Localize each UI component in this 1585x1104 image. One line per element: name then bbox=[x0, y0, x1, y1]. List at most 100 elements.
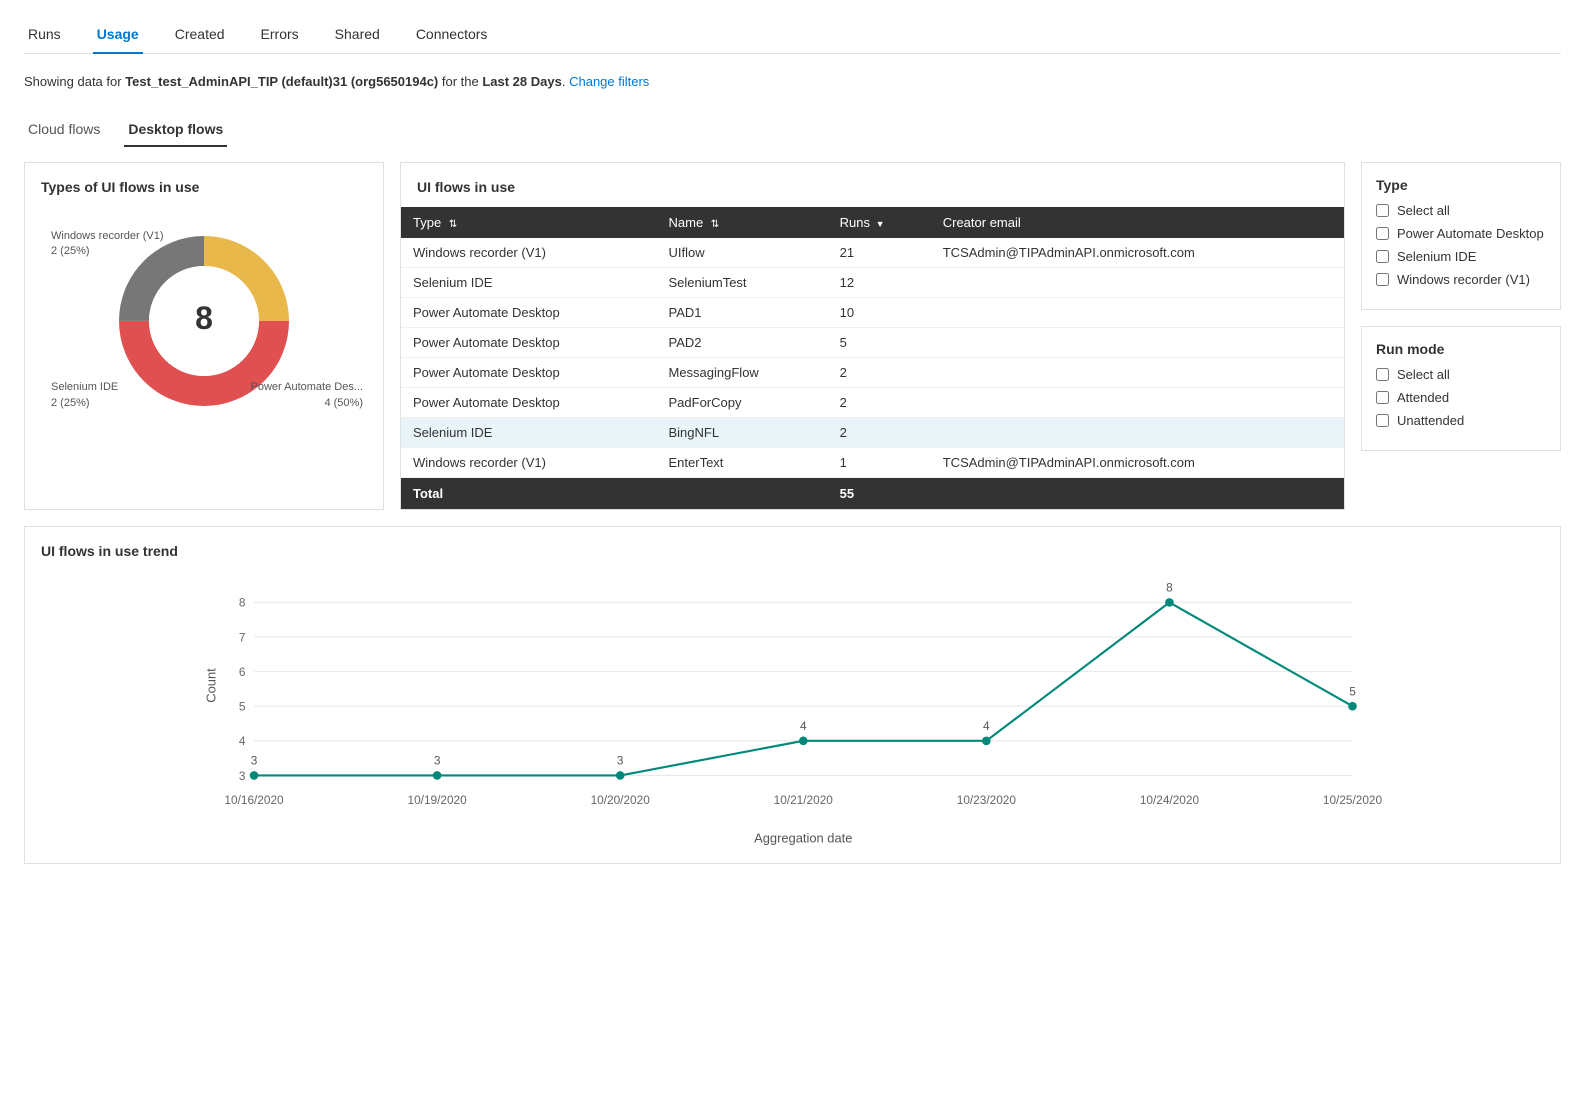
cell-runs-1: 12 bbox=[828, 268, 931, 298]
run-mode-filter-option-0[interactable]: Select all bbox=[1376, 367, 1546, 382]
y-tick-8: 8 bbox=[239, 596, 246, 610]
data-point-6 bbox=[1348, 702, 1357, 711]
cell-name-6: BingNFL bbox=[657, 418, 828, 448]
table-row[interactable]: Power Automate DesktopMessagingFlow2 bbox=[401, 358, 1344, 388]
table-row[interactable]: Windows recorder (V1)UIflow21TCSAdmin@TI… bbox=[401, 238, 1344, 268]
type-filter-checkbox-2[interactable] bbox=[1376, 250, 1389, 263]
cell-name-7: EnterText bbox=[657, 448, 828, 478]
table-row[interactable]: Power Automate DesktopPAD25 bbox=[401, 328, 1344, 358]
x-axis-label: Aggregation date bbox=[754, 831, 852, 846]
data-label-2: 3 bbox=[617, 754, 624, 768]
cell-type-5: Power Automate Desktop bbox=[401, 388, 657, 418]
table-header-row: Type ⇅ Name ⇅ Runs ▼ Creator email bbox=[401, 207, 1344, 238]
type-filter-option-1[interactable]: Power Automate Desktop bbox=[1376, 226, 1546, 241]
nav-item-created[interactable]: Created bbox=[171, 16, 229, 54]
run-mode-checkbox-0[interactable] bbox=[1376, 368, 1389, 381]
cell-runs-2: 10 bbox=[828, 298, 931, 328]
nav-item-errors[interactable]: Errors bbox=[257, 16, 303, 54]
type-filter-checkbox-0[interactable] bbox=[1376, 204, 1389, 217]
cell-runs-0: 21 bbox=[828, 238, 931, 268]
type-filter-option-3[interactable]: Windows recorder (V1) bbox=[1376, 272, 1546, 287]
donut-chart-container: 8 Windows recorder (V1) 2 (25%) Selenium… bbox=[41, 211, 367, 431]
cell-type-3: Power Automate Desktop bbox=[401, 328, 657, 358]
x-label-0: 10/16/2020 bbox=[224, 793, 284, 807]
cell-runs-5: 2 bbox=[828, 388, 931, 418]
run-mode-filter-items: Select all Attended Unattended bbox=[1376, 367, 1546, 428]
x-label-6: 10/25/2020 bbox=[1323, 793, 1383, 807]
env-name: Test_test_AdminAPI_TIP (default)31 (org5… bbox=[125, 74, 438, 89]
type-filter-label-1: Power Automate Desktop bbox=[1397, 226, 1544, 241]
data-point-0 bbox=[250, 771, 259, 780]
table-row[interactable]: Selenium IDESeleniumTest12 bbox=[401, 268, 1344, 298]
cell-type-0: Windows recorder (V1) bbox=[401, 238, 657, 268]
run-mode-filter-option-1[interactable]: Attended bbox=[1376, 390, 1546, 405]
col-name[interactable]: Name ⇅ bbox=[657, 207, 828, 238]
type-filter-option-0[interactable]: Select all bbox=[1376, 203, 1546, 218]
data-label-3: 4 bbox=[800, 719, 807, 733]
flow-tab-cloud-flows[interactable]: Cloud flows bbox=[24, 113, 104, 147]
x-label-4: 10/23/2020 bbox=[957, 793, 1017, 807]
run-mode-filter-option-2[interactable]: Unattended bbox=[1376, 413, 1546, 428]
run-mode-label-1: Attended bbox=[1397, 390, 1449, 405]
trend-panel: UI flows in use trend 345678Count310/16/… bbox=[24, 526, 1561, 864]
x-label-3: 10/21/2020 bbox=[774, 793, 834, 807]
y-tick-3: 3 bbox=[239, 769, 246, 783]
cell-runs-6: 2 bbox=[828, 418, 931, 448]
nav-item-connectors[interactable]: Connectors bbox=[412, 16, 492, 54]
period: Last 28 Days bbox=[482, 74, 562, 89]
nav-item-usage[interactable]: Usage bbox=[93, 16, 143, 54]
data-point-2 bbox=[616, 771, 625, 780]
col-runs: Runs ▼ bbox=[828, 207, 931, 238]
data-point-4 bbox=[982, 737, 991, 746]
cell-type-2: Power Automate Desktop bbox=[401, 298, 657, 328]
change-filters-link[interactable]: Change filters bbox=[569, 74, 649, 89]
type-filter-section: Type Select allPower Automate DesktopSel… bbox=[1361, 162, 1561, 310]
table-row[interactable]: Selenium IDEBingNFL2 bbox=[401, 418, 1344, 448]
table-title: UI flows in use bbox=[401, 163, 1344, 207]
type-filter-title: Type bbox=[1376, 177, 1546, 193]
legend-power: Power Automate Des... 4 (50%) bbox=[251, 380, 364, 411]
type-filter-label-3: Windows recorder (V1) bbox=[1397, 272, 1530, 287]
y-tick-5: 5 bbox=[239, 700, 246, 714]
donut-center-value: 8 bbox=[195, 300, 213, 336]
run-mode-filter-title: Run mode bbox=[1376, 341, 1546, 357]
top-navigation: Runs Usage Created Errors Shared Connectors bbox=[24, 16, 1561, 54]
table-footer-row: Total 55 bbox=[401, 478, 1344, 510]
subtitle-suffix: . bbox=[562, 74, 566, 89]
footer-label: Total bbox=[401, 478, 657, 510]
table-row[interactable]: Power Automate DesktopPadForCopy2 bbox=[401, 388, 1344, 418]
legend-selenium: Selenium IDE 2 (25%) bbox=[51, 380, 118, 411]
donut-panel: Types of UI flows in use 8 bbox=[24, 162, 384, 510]
type-filter-option-2[interactable]: Selenium IDE bbox=[1376, 249, 1546, 264]
cell-email-6 bbox=[931, 418, 1344, 448]
type-filter-items: Select all Power Automate Desktop Selenium… bbox=[1376, 203, 1546, 287]
nav-item-shared[interactable]: Shared bbox=[331, 16, 384, 54]
table-row[interactable]: Power Automate DesktopPAD110 bbox=[401, 298, 1344, 328]
main-content: Types of UI flows in use 8 bbox=[24, 162, 1561, 510]
cell-type-4: Power Automate Desktop bbox=[401, 358, 657, 388]
flow-tab-desktop-flows[interactable]: Desktop flows bbox=[124, 113, 227, 147]
run-mode-checkbox-2[interactable] bbox=[1376, 414, 1389, 427]
type-filter-checkbox-3[interactable] bbox=[1376, 273, 1389, 286]
cell-type-7: Windows recorder (V1) bbox=[401, 448, 657, 478]
table-row[interactable]: Windows recorder (V1)EnterText1TCSAdmin@… bbox=[401, 448, 1344, 478]
cell-name-2: PAD1 bbox=[657, 298, 828, 328]
run-mode-filter-section: Run mode Select all Attended Unattended bbox=[1361, 326, 1561, 451]
data-label-4: 4 bbox=[983, 719, 990, 733]
y-tick-4: 4 bbox=[239, 734, 246, 748]
subtitle-mid: for the bbox=[438, 74, 482, 89]
cell-email-4 bbox=[931, 358, 1344, 388]
sort-icon-runs: ▼ bbox=[876, 219, 885, 229]
data-label-1: 3 bbox=[434, 754, 441, 768]
footer-empty1 bbox=[657, 478, 828, 510]
run-mode-checkbox-1[interactable] bbox=[1376, 391, 1389, 404]
nav-item-runs[interactable]: Runs bbox=[24, 16, 65, 54]
type-filter-checkbox-1[interactable] bbox=[1376, 227, 1389, 240]
x-label-1: 10/19/2020 bbox=[408, 793, 468, 807]
x-label-2: 10/20/2020 bbox=[591, 793, 651, 807]
filters-panel: Type Select allPower Automate DesktopSel… bbox=[1361, 162, 1561, 510]
col-type[interactable]: Type ⇅ bbox=[401, 207, 657, 238]
trend-chart-svg: 345678Count310/16/2020310/19/2020310/20/… bbox=[41, 567, 1544, 847]
data-point-3 bbox=[799, 737, 808, 746]
data-label-5: 8 bbox=[1166, 581, 1173, 595]
